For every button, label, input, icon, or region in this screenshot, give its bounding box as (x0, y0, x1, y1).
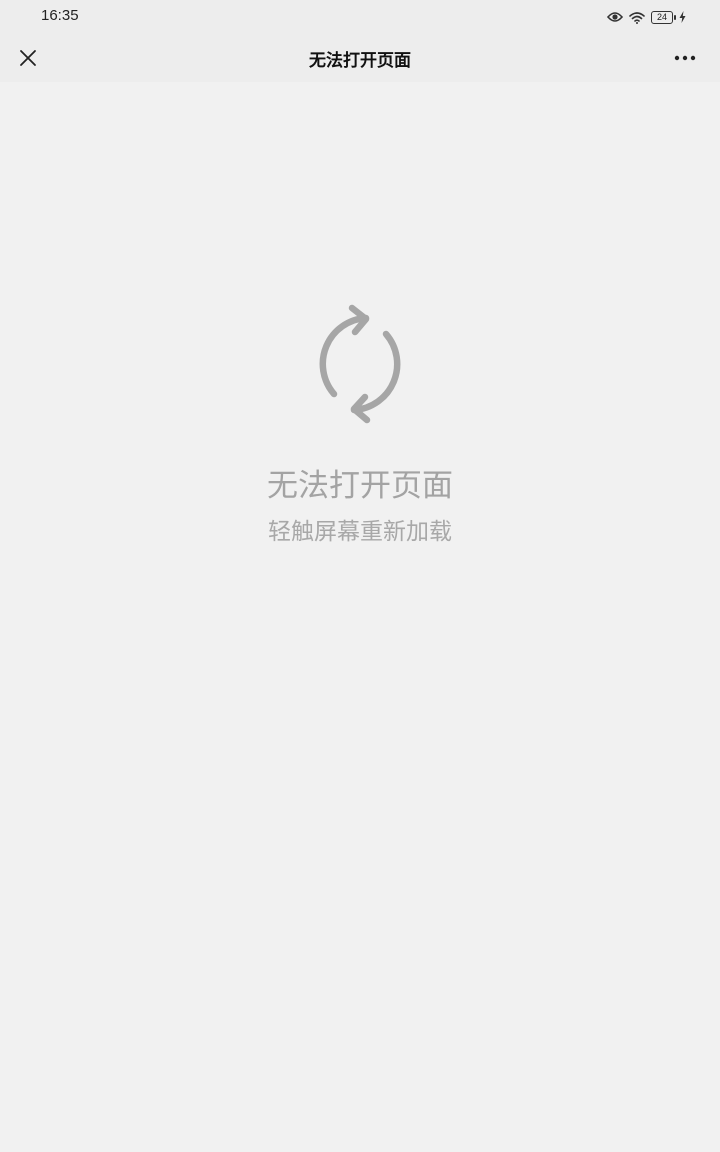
status-icons: 24 (607, 8, 686, 26)
reload-icon (319, 304, 401, 424)
more-dots-icon (674, 55, 696, 61)
status-bar: 16:35 24 (0, 0, 720, 34)
error-title: 无法打开页面 (267, 468, 453, 504)
status-time: 16:35 (41, 7, 79, 24)
battery-icon: 24 (651, 10, 676, 24)
reload-hint: 轻触屏幕重新加载 (268, 519, 452, 545)
navigation-bar: 无法打开页面 (0, 34, 720, 82)
wifi-icon (629, 11, 645, 24)
page-title: 无法打开页面 (309, 51, 411, 71)
charging-bolt-icon (679, 11, 686, 23)
reload-tap-area[interactable]: 无法打开页面 轻触屏幕重新加载 (0, 82, 720, 1152)
more-options-button[interactable] (670, 44, 700, 72)
eye-icon (607, 12, 623, 22)
